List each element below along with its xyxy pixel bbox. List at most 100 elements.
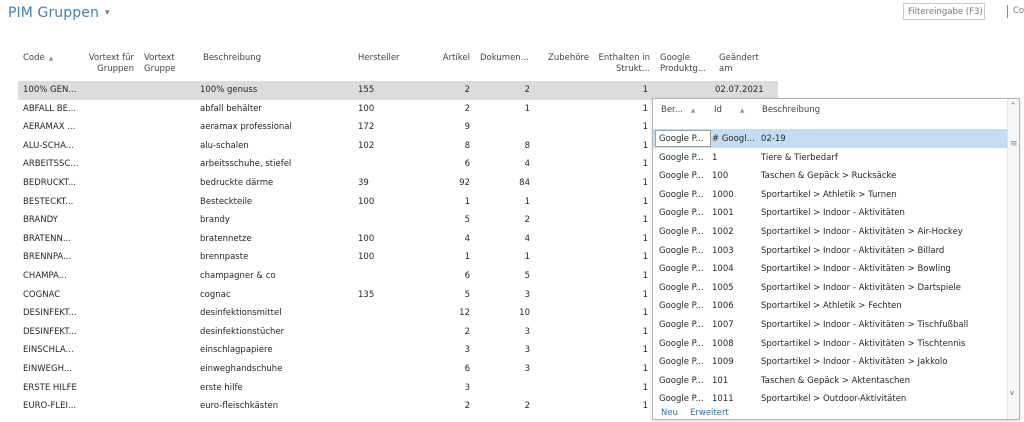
popup-cell-id: 1005 bbox=[712, 282, 734, 293]
table-row[interactable]: ARBEITSSC... arbeitsschuhe, stiefel 6 4 1 bbox=[18, 155, 648, 174]
table-row[interactable]: DESINFEKT... desinfektionsmittel 12 10 1 bbox=[18, 304, 648, 323]
popup-list-item[interactable]: Google P... 1 Tiere & Tierbedarf bbox=[653, 148, 1007, 167]
popup-list-item[interactable]: Google P... 1000 Sportartikel > Athletik >… bbox=[653, 185, 1007, 204]
cell-beschreibung: erste hilfe bbox=[200, 382, 243, 393]
cell-artikel: 1 bbox=[464, 252, 470, 263]
cell-artikel: 1 bbox=[464, 196, 470, 207]
popup-cell-beschreibung: Sportartikel > Indoor - Aktivitäten > Bo… bbox=[761, 264, 951, 275]
column-header-artikel[interactable]: Artikel bbox=[430, 53, 470, 64]
table-row[interactable]: ABFALL BE... abfall behälter 100 2 1 1 bbox=[18, 100, 648, 119]
cell-code: 100% GEN... bbox=[23, 85, 77, 95]
cell-hersteller: 39 bbox=[358, 178, 369, 188]
cell-hersteller: 135 bbox=[358, 289, 375, 300]
table-row[interactable]: BRANDY brandy 5 2 1 bbox=[18, 211, 648, 230]
column-header-enthalten[interactable]: Enthalten in Strukt... bbox=[596, 53, 650, 75]
column-header-vortext-gruppe[interactable]: Vortext Gruppe bbox=[144, 53, 180, 75]
cell-code: BESTECKT... bbox=[23, 196, 74, 207]
cell-hersteller: 155 bbox=[358, 85, 375, 95]
cell-enthalten: 1 bbox=[642, 196, 648, 207]
table-row[interactable]: EINSCHLA... einschlagpapiere 3 3 1 bbox=[18, 341, 648, 360]
table-row[interactable]: ERSTE HILFE erste hilfe 3 1 bbox=[18, 379, 648, 398]
column-header-google[interactable]: Google Produktg... bbox=[660, 53, 714, 75]
popup-column-header-ber[interactable]: Ber... ▲ bbox=[661, 105, 696, 115]
table-row[interactable]: EINWEGH... einweghandschuhe 6 3 1 bbox=[18, 360, 648, 379]
cell-code: BEDRUCKT... bbox=[23, 178, 77, 188]
sort-ascending-icon: ▲ bbox=[690, 107, 696, 114]
cell-enthalten: 1 bbox=[642, 159, 648, 170]
popup-column-header-id[interactable]: Id ▲ bbox=[714, 105, 745, 115]
popup-cell-beschreibung: Sportartikel > Indoor - Aktivitäten > Ti… bbox=[761, 320, 969, 330]
popup-list-item[interactable]: Google P... 101 Taschen & Gepäck > Aktenta… bbox=[653, 371, 1007, 390]
cell-dokumente: 8 bbox=[524, 140, 530, 151]
cell-beschreibung: bedruckte därme bbox=[200, 178, 274, 188]
table-row[interactable]: AERAMAX ... aeramax professional 172 9 1 bbox=[18, 118, 648, 137]
table-row[interactable]: BRENNPA... brennpaste 100 1 1 1 bbox=[18, 248, 648, 267]
popup-list-item[interactable]: Google P... 1006 Sportartikel > Athletik >… bbox=[653, 296, 1007, 315]
popup-column-header-id-label: Id bbox=[714, 105, 722, 115]
cell-dokumente: 3 bbox=[524, 289, 530, 300]
cell-enthalten: 1 bbox=[642, 178, 648, 188]
popup-list-item[interactable]: Google P... 1002 Sportartikel > Indoor - A… bbox=[653, 222, 1007, 241]
new-link[interactable]: Neu bbox=[661, 408, 678, 418]
popup-list-item[interactable]: Google P... 1003 Sportartikel > Indoor - A… bbox=[653, 241, 1007, 260]
column-header-vortext-gruppen[interactable]: Vortext für Gruppen bbox=[86, 53, 134, 75]
cell-enthalten: 1 bbox=[642, 140, 648, 151]
popup-list-item[interactable]: Google P... # Googl... 02-19 bbox=[653, 129, 1007, 148]
popup-list-item[interactable]: Google P... 100 Taschen & Gepäck > Rucksäc… bbox=[653, 166, 1007, 185]
table-row[interactable]: EURO-FLEI... euro-fleischkästen 2 2 1 bbox=[18, 397, 648, 416]
cell-dokumente: 4 bbox=[524, 233, 530, 244]
title-dropdown-caret-icon[interactable]: ▾ bbox=[105, 8, 110, 18]
cell-enthalten: 1 bbox=[642, 345, 648, 356]
cell-code: EINSCHLA... bbox=[23, 345, 74, 356]
filter-extra-button[interactable]: Co bbox=[1013, 6, 1024, 16]
popup-scrollbar[interactable]: ^ ≡ v bbox=[1007, 99, 1019, 419]
cell-enthalten: 1 bbox=[642, 271, 648, 281]
table-row[interactable]: DESINFEKT... desinfektionstücher 2 3 1 bbox=[18, 323, 648, 342]
cell-beschreibung: brandy bbox=[200, 215, 230, 226]
scroll-grip-icon[interactable]: ≡ bbox=[1010, 139, 1018, 149]
popup-list-item[interactable]: Google P... 1004 Sportartikel > Indoor - A… bbox=[653, 259, 1007, 278]
cell-code: DESINFEKT... bbox=[23, 326, 77, 337]
cell-code: ABFALL BE... bbox=[23, 103, 77, 114]
page-title[interactable]: PIM Gruppen ▾ bbox=[8, 5, 110, 21]
cell-hersteller: 100 bbox=[358, 196, 375, 207]
column-header-beschreibung[interactable]: Beschreibung bbox=[203, 53, 261, 64]
popup-cell-id: 1001 bbox=[712, 208, 734, 219]
popup-list-item[interactable]: Google P... 1005 Sportartikel > Indoor - A… bbox=[653, 278, 1007, 297]
table-row[interactable]: COGNAC cognac 135 5 3 1 bbox=[18, 286, 648, 305]
cell-artikel: 9 bbox=[464, 122, 470, 133]
cell-code: BRATENN... bbox=[23, 233, 71, 244]
page-title-text: PIM Gruppen bbox=[8, 5, 99, 21]
table-row[interactable]: BRATENN... bratennetze 100 4 4 1 bbox=[18, 230, 648, 249]
advanced-link[interactable]: Erweitert bbox=[690, 408, 729, 418]
table-row[interactable]: 100% GEN... 100% genuss 155 2 2 1 02.07.2021 bbox=[18, 81, 778, 100]
column-header-zubehoere[interactable]: Zubehöre bbox=[548, 53, 589, 64]
table-row[interactable]: BESTECKT... Besteckteile 100 1 1 1 bbox=[18, 193, 648, 212]
column-header-dokumente[interactable]: Dokumen... bbox=[480, 53, 529, 64]
column-header-geaendert[interactable]: Geändert am bbox=[719, 53, 759, 75]
cell-enthalten: 1 bbox=[642, 326, 648, 337]
cell-dokumente: 84 bbox=[519, 178, 530, 188]
cell-dokumente: 2 bbox=[524, 215, 530, 226]
popup-cell-ber: Google P... bbox=[659, 208, 704, 219]
column-header-code[interactable]: Code ▲ bbox=[23, 53, 53, 64]
popup-column-header-beschreibung[interactable]: Beschreibung bbox=[762, 105, 820, 115]
table-row[interactable]: BEDRUCKT... bedruckte därme 39 92 84 1 bbox=[18, 174, 648, 193]
cell-artikel: 12 bbox=[459, 308, 470, 319]
column-header-hersteller[interactable]: Hersteller bbox=[358, 53, 400, 64]
table-row[interactable]: ALU-SCHA... alu-schalen 102 8 8 1 bbox=[18, 137, 648, 156]
cell-code: DESINFEKT... bbox=[23, 308, 77, 319]
cell-code: AERAMAX ... bbox=[23, 122, 76, 133]
table-row[interactable]: CHAMPA... champagner & co 6 5 1 bbox=[18, 267, 648, 286]
cell-dokumente: 3 bbox=[524, 345, 530, 356]
popup-list-item[interactable]: Google P... 1009 Sportartikel > Indoor - A… bbox=[653, 352, 1007, 371]
popup-list-item[interactable]: Google P... 1007 Sportartikel > Indoor - A… bbox=[653, 315, 1007, 334]
scroll-up-icon[interactable]: ^ bbox=[1010, 102, 1016, 110]
popup-list-item[interactable]: Google P... 1001 Sportartikel > Indoor - A… bbox=[653, 203, 1007, 222]
filter-input[interactable]: Filtereingabe (F3) bbox=[903, 3, 985, 20]
filter-separator bbox=[1007, 5, 1008, 18]
popup-cell-beschreibung: Taschen & Gepäck > Aktentaschen bbox=[761, 375, 911, 386]
popup-list-item[interactable]: Google P... 1008 Sportartikel > Indoor - A… bbox=[653, 334, 1007, 353]
scroll-down-icon[interactable]: v bbox=[1010, 389, 1014, 397]
popup-cell-ber: Google P... bbox=[659, 171, 704, 182]
